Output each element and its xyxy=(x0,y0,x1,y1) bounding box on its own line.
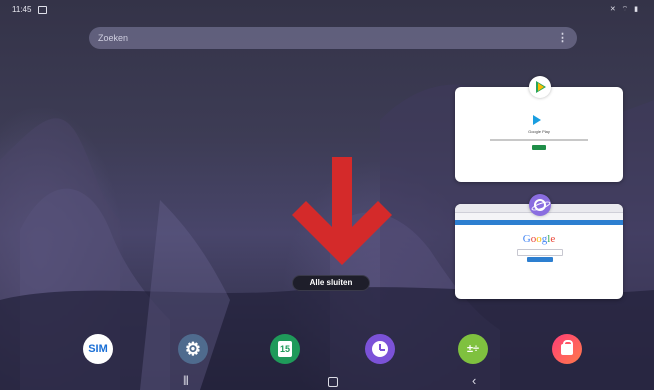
google-search-box xyxy=(517,249,563,256)
play-card-text-line xyxy=(490,139,588,141)
calendar-day: 15 xyxy=(278,341,292,357)
recent-card-play-store[interactable]: Google Play xyxy=(455,87,623,182)
play-card-title: Google Play xyxy=(528,129,550,134)
navigation-bar: ||| ‹ xyxy=(0,372,654,390)
status-time: 11:45 xyxy=(12,5,32,14)
calendar-icon[interactable]: 15 xyxy=(270,334,300,364)
recents-button[interactable]: ||| xyxy=(183,375,189,386)
settings-gear-icon[interactable]: ⚙ xyxy=(178,334,208,364)
play-logo-icon xyxy=(533,115,541,125)
status-bar: 11:45 ✕ ⌔ ▮ xyxy=(0,0,654,18)
close-all-button[interactable]: Alle sluiten xyxy=(292,275,370,291)
play-store-icon[interactable] xyxy=(529,76,551,98)
google-logo: Google xyxy=(522,233,556,245)
arrow-shape xyxy=(292,157,392,265)
home-button[interactable] xyxy=(328,377,338,387)
status-icons: ✕ ⌔ ▮ xyxy=(609,6,640,13)
recent-card-internet[interactable]: Google xyxy=(455,204,623,299)
galaxy-store-icon[interactable] xyxy=(552,334,582,364)
sim-toolkit-icon[interactable]: SIM xyxy=(83,334,113,364)
gallery-notification-icon xyxy=(38,6,47,14)
browser-nav-strip xyxy=(455,220,623,225)
clock-icon[interactable] xyxy=(365,334,395,364)
browser-icon[interactable] xyxy=(529,194,552,216)
back-button[interactable]: ‹ xyxy=(472,373,476,388)
more-options-icon[interactable]: ⋮ xyxy=(557,31,568,44)
red-arrow-down-icon xyxy=(292,157,392,265)
search-placeholder: Zoeken xyxy=(98,33,129,43)
google-search-button xyxy=(527,257,553,262)
play-card-button xyxy=(532,145,546,150)
calculator-icon[interactable]: ±÷ xyxy=(458,334,488,364)
home-screen: 11:45 ✕ ⌔ ▮ Zoeken ⋮ Google Play Google … xyxy=(0,0,654,390)
search-bar[interactable]: Zoeken ⋮ xyxy=(89,27,577,49)
